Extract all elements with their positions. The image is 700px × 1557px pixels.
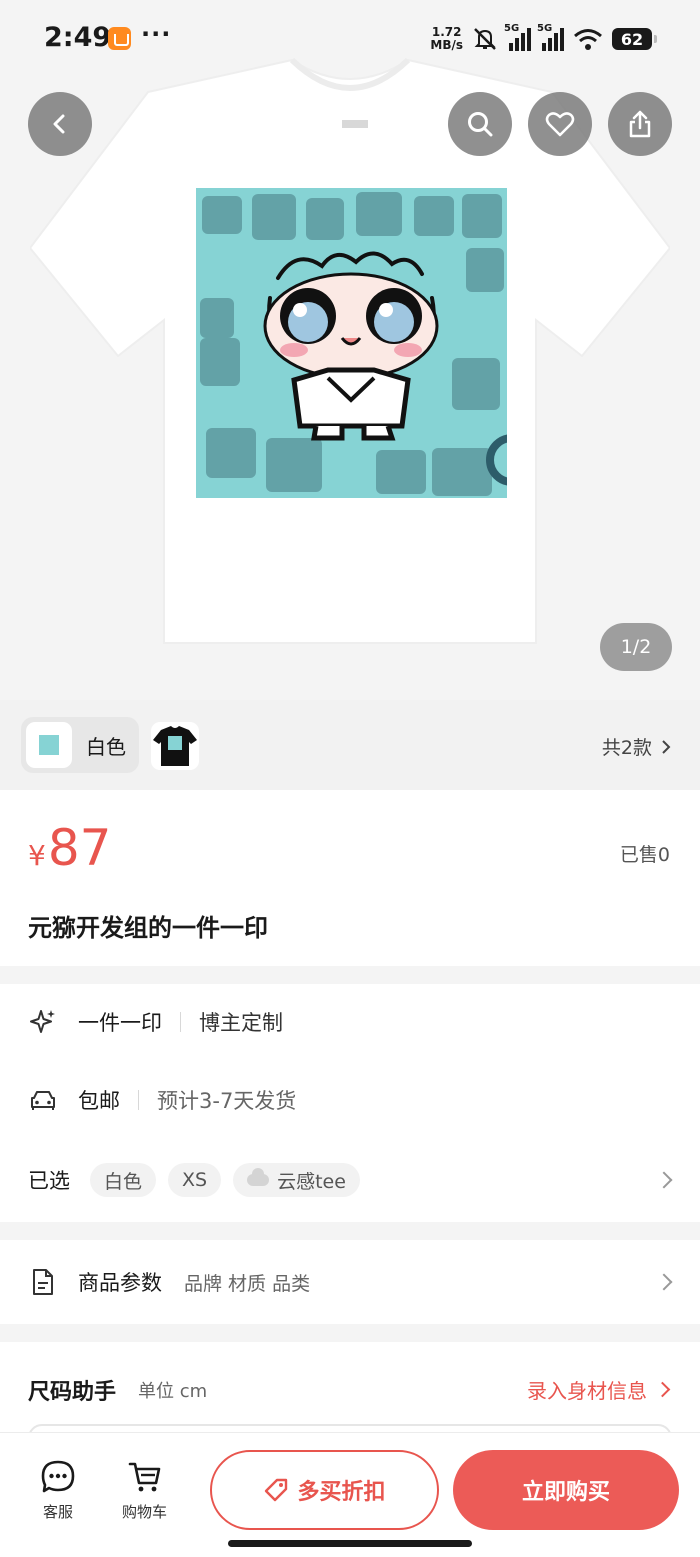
- price-card: ¥ 87 已售0 元猕开发组的一件一印: [0, 790, 700, 966]
- signal-1-icon: 5G: [504, 23, 531, 51]
- variant-label: 白色: [86, 734, 126, 759]
- cart-button[interactable]: 购物车: [122, 1459, 167, 1522]
- variant-black-thumbnail: [153, 726, 197, 766]
- share-icon: [629, 110, 651, 138]
- print-design: [196, 188, 507, 498]
- sold-count: 已售0: [619, 844, 670, 866]
- buy-now-button[interactable]: 立即购买: [453, 1450, 679, 1530]
- cloud-icon: [247, 1168, 270, 1186]
- size-unit: 单位 cm: [138, 1381, 208, 1402]
- params-row[interactable]: 商品参数 品牌 材质 品类: [0, 1252, 700, 1312]
- back-button[interactable]: [28, 92, 92, 156]
- mute-icon: [474, 28, 496, 50]
- chip-color: 白色: [90, 1163, 157, 1197]
- status-bar: 2:49 ··· 1.72 MB/s 5G 5G 62: [0, 0, 700, 80]
- product-title: 元猕开发组的一件一印: [28, 914, 268, 942]
- sparkle-icon: [28, 1007, 58, 1037]
- product-gallery[interactable]: 2:49 ··· 1.72 MB/s 5G 5G 62 1/2: [0, 0, 700, 700]
- tag-icon: [265, 1478, 288, 1502]
- cart-icon: [128, 1462, 160, 1492]
- chevron-right-icon: [655, 1273, 673, 1291]
- document-icon: [28, 1267, 58, 1297]
- variant-thumbnail: [26, 722, 72, 768]
- chevron-right-icon: [662, 739, 671, 754]
- chat-icon: [41, 1460, 75, 1493]
- params-card[interactable]: 商品参数 品牌 材质 品类: [0, 1240, 700, 1324]
- search-icon: [468, 112, 493, 137]
- selected-options-row[interactable]: 已选 白色 XS 云感tee: [0, 1150, 700, 1210]
- variant-selector: 白色: [0, 700, 700, 790]
- shipping-row: 包邮 预计3-7天发货: [0, 1070, 700, 1130]
- multi-buy-discount-button[interactable]: 多买折扣: [210, 1450, 439, 1530]
- image-counter: 1/2: [600, 623, 672, 671]
- network-speed: 1.72 MB/s: [430, 25, 463, 52]
- home-indicator[interactable]: [228, 1540, 472, 1547]
- wifi-icon: [574, 29, 602, 50]
- chevron-right-icon: [654, 1381, 671, 1398]
- signal-2-icon: 5G: [537, 23, 564, 51]
- params-summary: 品牌 材质 品类: [184, 1272, 311, 1295]
- customer-service-button[interactable]: 客服: [40, 1459, 76, 1522]
- service-card: 一件一印 博主定制 包邮 预计3-7天发货 已选 白色 XS 云感tee: [0, 984, 700, 1222]
- variant-count-link[interactable]: 共2款: [602, 733, 672, 760]
- enter-body-info-link[interactable]: 录入身材信息: [527, 1375, 671, 1404]
- chip-material: 云感tee: [233, 1163, 360, 1197]
- battery-icon: 62: [612, 28, 657, 50]
- bottom-action-bar: 客服 购物车 多买折扣 立即购买: [0, 1432, 700, 1557]
- variant-black[interactable]: [151, 722, 199, 770]
- variant-white[interactable]: 白色: [21, 717, 139, 773]
- chevron-left-icon: [53, 114, 65, 134]
- status-time: 2:49: [44, 22, 112, 53]
- heart-icon: [545, 112, 575, 137]
- share-button[interactable]: [608, 92, 672, 156]
- price: ¥ 87: [28, 819, 112, 877]
- car-icon: [28, 1085, 58, 1115]
- app-notification-icon: [108, 27, 131, 50]
- search-button[interactable]: [448, 92, 512, 156]
- custom-print-row: 一件一印 博主定制: [0, 992, 700, 1052]
- chip-size: XS: [168, 1163, 222, 1197]
- more-notifications-icon: ···: [141, 20, 172, 48]
- chevron-right-icon: [655, 1171, 673, 1189]
- favorite-button[interactable]: [528, 92, 592, 156]
- size-helper-title: 尺码助手: [28, 1380, 117, 1405]
